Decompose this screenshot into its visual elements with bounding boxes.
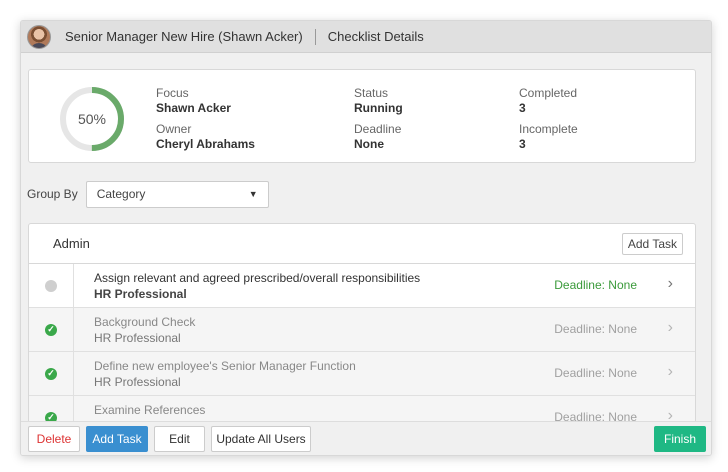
page-title: Senior Manager New Hire (Shawn Acker) xyxy=(65,29,303,44)
focus-label: Focus xyxy=(156,86,189,100)
incomplete-status-icon[interactable] xyxy=(45,279,57,292)
chevron-right-icon[interactable]: › xyxy=(668,363,673,381)
task-deadline: Deadline: None xyxy=(554,278,637,292)
task-row[interactable]: Assign relevant and agreed prescribed/ov… xyxy=(29,264,695,308)
incomplete-value: 3 xyxy=(519,137,526,151)
group-by-select[interactable]: Category ▼ xyxy=(85,180,269,208)
titlebar: Senior Manager New Hire (Shawn Acker) Ch… xyxy=(21,21,711,53)
add-task-small-button[interactable]: Add Task xyxy=(621,232,683,255)
task-group-header: Admin Add Task xyxy=(29,224,695,264)
add-task-button[interactable]: Add Task xyxy=(86,426,148,452)
task-group-panel: Admin Add Task Assign relevant and agree… xyxy=(28,223,696,443)
status-value: Running xyxy=(354,101,403,115)
owner-field: Owner Cheryl Abrahams xyxy=(156,122,255,152)
group-by-label: Group By xyxy=(27,187,78,201)
page-subtitle: Checklist Details xyxy=(327,29,424,44)
checklist-summary: 50% Focus Shawn Acker Owner Cheryl Abrah… xyxy=(28,69,696,163)
action-bar: Delete Add Task Edit Update All Users Fi… xyxy=(21,421,711,455)
task-status-cell[interactable] xyxy=(29,264,74,307)
focus-field: Focus Shawn Acker xyxy=(156,86,231,116)
delete-button[interactable]: Delete xyxy=(28,426,80,452)
completed-field: Completed 3 xyxy=(519,86,577,116)
check-icon[interactable]: ✓ xyxy=(45,323,57,336)
incomplete-label: Incomplete xyxy=(519,122,578,136)
checklist-window: Senior Manager New Hire (Shawn Acker) Ch… xyxy=(20,20,712,456)
edit-button[interactable]: Edit xyxy=(154,426,205,452)
task-row[interactable]: ✓ Background Check HR Professional Deadl… xyxy=(29,308,695,352)
chevron-down-icon: ▼ xyxy=(248,188,258,199)
check-icon[interactable]: ✓ xyxy=(45,367,57,380)
task-main-cell[interactable]: Background Check HR Professional Deadlin… xyxy=(74,308,695,351)
chevron-right-icon[interactable]: › xyxy=(668,275,673,293)
deadline-field: Deadline None xyxy=(354,122,401,152)
task-status-cell[interactable]: ✓ xyxy=(29,352,74,395)
task-row[interactable]: ✓ Define new employee's Senior Manager F… xyxy=(29,352,695,396)
incomplete-field: Incomplete 3 xyxy=(519,122,578,152)
deadline-label: Deadline xyxy=(354,122,402,136)
group-by-row: Group By Category ▼ xyxy=(27,180,269,208)
task-deadline: Deadline: None xyxy=(554,366,637,380)
task-status-cell[interactable]: ✓ xyxy=(29,308,74,351)
completed-value: 3 xyxy=(519,101,526,115)
finish-button[interactable]: Finish xyxy=(654,426,706,452)
status-label: Status xyxy=(354,86,389,100)
task-group-title: Admin xyxy=(53,236,90,251)
group-by-selected: Category xyxy=(96,187,146,201)
owner-value: Cheryl Abrahams xyxy=(156,137,255,151)
task-main-cell[interactable]: Define new employee's Senior Manager Fun… xyxy=(74,352,695,395)
owner-label: Owner xyxy=(156,122,192,136)
focus-value: Shawn Acker xyxy=(156,101,231,115)
deadline-value: None xyxy=(354,137,384,151)
chevron-right-icon[interactable]: › xyxy=(668,319,673,337)
status-field: Status Running xyxy=(354,86,403,116)
title-divider xyxy=(314,28,316,45)
progress-percent: 50% xyxy=(77,111,107,127)
completed-label: Completed xyxy=(519,86,578,100)
task-main-cell[interactable]: Assign relevant and agreed prescribed/ov… xyxy=(74,264,695,307)
avatar xyxy=(27,24,51,49)
update-all-users-button[interactable]: Update All Users xyxy=(211,426,311,452)
task-deadline: Deadline: None xyxy=(554,322,637,336)
